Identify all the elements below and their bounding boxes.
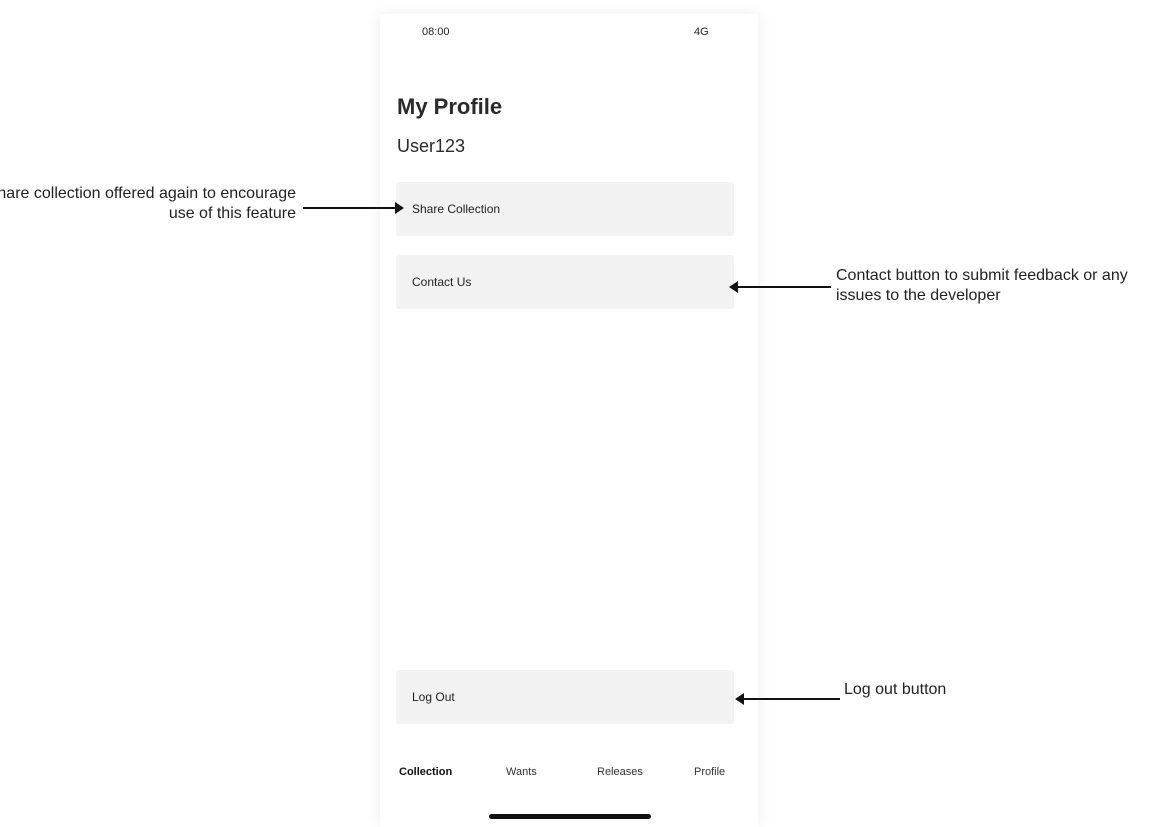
tab-profile[interactable]: Profile — [694, 766, 725, 778]
arrow-share-line — [303, 207, 395, 209]
phone-screen: 08:00 4G My Profile User123 Share Collec… — [380, 14, 758, 827]
tab-wants[interactable]: Wants — [506, 766, 537, 778]
log-out-label: Log Out — [412, 690, 455, 704]
network-indicator: 4G — [694, 26, 709, 38]
annotation-share: Share collection offered again to encour… — [0, 185, 296, 222]
arrow-contact-line — [738, 286, 831, 288]
contact-us-label: Contact Us — [412, 275, 472, 289]
share-collection-label: Share Collection — [412, 202, 501, 216]
contact-us-button[interactable]: Contact Us — [396, 255, 734, 309]
arrow-right-icon — [395, 202, 404, 214]
arrow-left-icon — [729, 281, 738, 293]
home-indicator[interactable] — [489, 814, 651, 819]
annotation-contact: Contact button to submit feedback or any… — [836, 267, 1128, 304]
tab-releases[interactable]: Releases — [597, 766, 643, 778]
username: User123 — [397, 136, 466, 156]
annotation-logout: Log out button — [844, 681, 947, 698]
bottom-tab-bar: Collection Wants Releases Profile — [380, 766, 758, 786]
arrow-left-icon — [735, 693, 744, 705]
page-title: My Profile — [397, 94, 503, 119]
share-collection-button[interactable]: Share Collection — [396, 182, 734, 236]
status-time: 08:00 — [422, 26, 450, 38]
arrow-logout-line — [744, 698, 840, 700]
tab-collection[interactable]: Collection — [399, 766, 452, 778]
status-bar: 08:00 4G — [380, 14, 758, 54]
log-out-button[interactable]: Log Out — [396, 670, 734, 724]
